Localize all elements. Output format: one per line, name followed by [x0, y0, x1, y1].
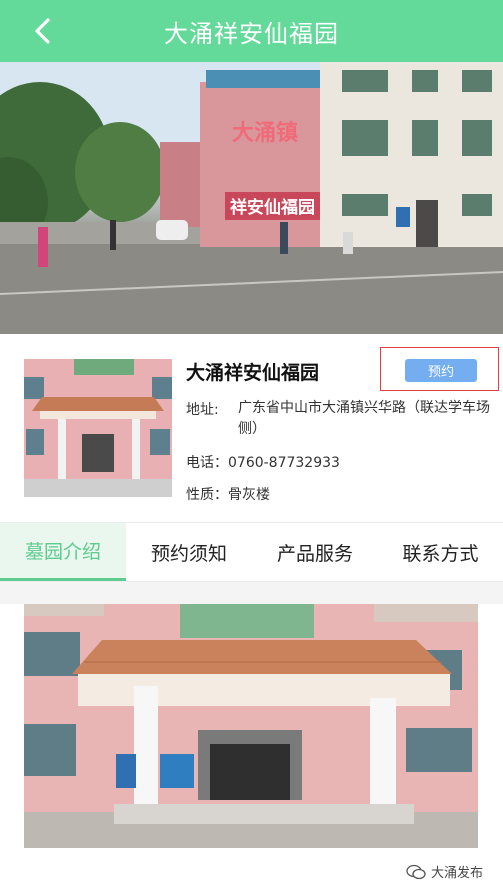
- tab-cemetery-intro[interactable]: 墓园介绍: [0, 523, 126, 581]
- hero-photo: 大涌镇 祥安仙福园: [0, 62, 503, 334]
- page-title: 大涌祥安仙福园: [164, 19, 339, 48]
- watermark-text: 大涌发布: [430, 866, 483, 881]
- back-button[interactable]: [26, 14, 60, 48]
- tab-products-services[interactable]: 产品服务: [252, 523, 378, 581]
- book-button[interactable]: 预约: [405, 359, 477, 382]
- cemetery-info-card: 大涌祥安仙福园 预约 地址: 广东省中山市大涌镇兴华路（联达学车场侧） 电话：0…: [0, 334, 503, 522]
- type-line: 性质：骨灰楼: [186, 487, 270, 503]
- cemetery-name: 大涌祥安仙福园: [186, 362, 320, 384]
- section-divider: [0, 582, 503, 604]
- phone-line[interactable]: 电话：0760-87732933: [186, 452, 340, 472]
- hero-sign-top: 大涌镇: [232, 121, 298, 146]
- address-label: 地址:: [186, 402, 219, 418]
- intro-photo: [24, 604, 478, 848]
- hero-sign-bottom: 祥安仙福园: [230, 197, 315, 218]
- wechat-icon: [406, 864, 426, 879]
- cemetery-thumbnail[interactable]: [24, 359, 172, 497]
- tab-contact[interactable]: 联系方式: [378, 523, 503, 581]
- address-value: 广东省中山市大涌镇兴华路（联达学车场侧）: [238, 400, 490, 437]
- top-nav-bar: 大涌祥安仙福园: [0, 0, 503, 62]
- chevron-left-icon: [35, 18, 50, 44]
- tab-booking-notes[interactable]: 预约须知: [126, 523, 252, 581]
- section-tabs: 墓园介绍 预约须知 产品服务 联系方式: [0, 522, 503, 582]
- watermark: 大涌发布: [406, 862, 483, 881]
